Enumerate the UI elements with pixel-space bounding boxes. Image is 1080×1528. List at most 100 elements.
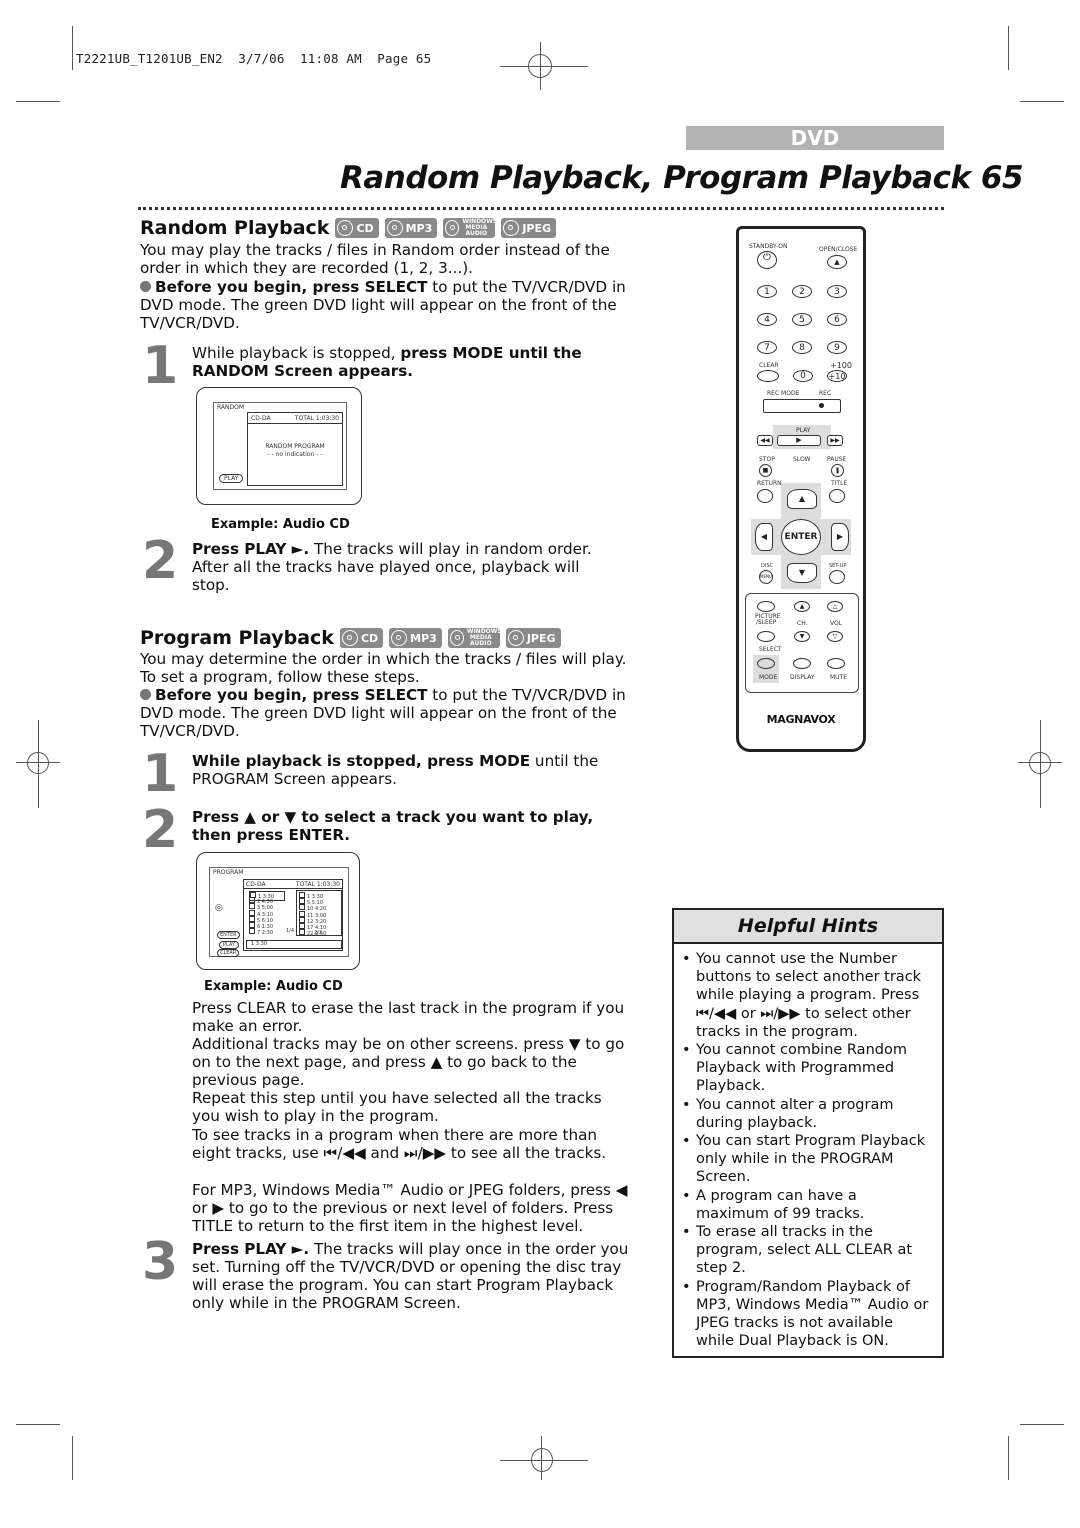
crop-mark: [1008, 26, 1009, 70]
panel-divider: [244, 888, 342, 889]
rewind-button: ◀◀: [757, 435, 773, 446]
slow-label: SLOW: [793, 456, 811, 463]
left-page-indicator: 1/4: [286, 928, 295, 934]
panel-divider: [248, 423, 342, 424]
play-label: PLAY: [796, 427, 811, 434]
wma-disc-icon: WINDOWS MEDIA AUDIO: [447, 628, 502, 648]
step-number: 2: [142, 800, 179, 860]
digit-4-button: 4: [757, 313, 777, 326]
select-label: SELECT: [759, 646, 782, 653]
track-row: 7 2:30: [249, 928, 273, 936]
random-step2-text: Press PLAY ►. The tracks will play in ra…: [192, 540, 592, 594]
random-step1-text: While playback is stopped, press MODE un…: [192, 344, 582, 380]
screen-panel: CD-DA TOTAL 1:03:30 RANDOM PROGRAM - - n…: [247, 412, 343, 486]
play-button: PLAY: [219, 474, 244, 483]
rec-mode-label: REC MODE: [767, 390, 800, 397]
hint-item: You can start Program Playback only whil…: [682, 1132, 932, 1187]
stop-button: ■: [759, 464, 772, 477]
return-label: RETURN: [757, 480, 782, 487]
crop-mark: [72, 26, 73, 70]
rec-button-bar: [763, 399, 841, 413]
program-before-note: Before you begin, press SELECT to put th…: [140, 686, 626, 740]
down-button: ▼: [787, 563, 817, 583]
standby-label: STANDBY-ON: [749, 243, 788, 250]
program-step3-text: Press PLAY ►. The tracks will play once …: [192, 1240, 629, 1312]
program-caption: Example: Audio CD: [204, 979, 343, 994]
step-number: 2: [142, 531, 179, 591]
mp3-disc-icon: MP3: [384, 218, 438, 238]
ch-down-button: ▼: [794, 631, 810, 642]
setup-button: [829, 570, 845, 584]
random-caption: Example: Audio CD: [211, 517, 350, 532]
clear-label: CLEAR: [759, 362, 779, 369]
hint-item: You cannot use the Number buttons to sel…: [682, 950, 932, 1041]
program-para-additional: Additional tracks may be on other screen…: [192, 1035, 625, 1089]
program-step2-text: Press ▲ or ▼ to select a track you want …: [192, 808, 594, 844]
picture-sleep-button: [757, 601, 775, 612]
digit-5-button: 5: [792, 313, 812, 326]
rec-label: REC: [819, 390, 832, 397]
program-para-repeat: Repeat this step until you have selected…: [192, 1089, 602, 1125]
helpful-hints-box: Helpful Hints You cannot use the Number …: [672, 908, 944, 1358]
mode-button: [757, 658, 775, 669]
program-para-mp3: For MP3, Windows Media™ Audio or JPEG fo…: [192, 1181, 628, 1235]
step-number: 3: [142, 1232, 179, 1292]
vol-down-button: ▽: [827, 631, 843, 642]
random-heading-text: Random Playback: [140, 217, 330, 239]
dpad-icon: ◎: [215, 903, 223, 913]
up-button: ▲: [787, 489, 817, 509]
cd-disc-icon: CD: [335, 218, 379, 238]
random-before-note: Before you begin, press SELECT to put th…: [140, 278, 626, 332]
crop-mark: [72, 1436, 73, 1480]
jpeg-disc-icon: JPEG: [505, 628, 561, 648]
display-label: DISPLAY: [790, 674, 815, 681]
power-button: ⏻: [757, 251, 777, 269]
play-button: PLAY: [219, 941, 240, 949]
screen-panel: CD-DA TOTAL 1:03:30 1 3:30 2 4:30 3 5:00 4 …: [243, 879, 343, 951]
program-step1-text: While playback is stopped, press MODE un…: [192, 752, 599, 788]
brand-logo: MAGNAVOX: [766, 713, 836, 726]
enter-button: ENTER: [781, 519, 821, 555]
section-badge: DVD: [686, 126, 944, 150]
plus10-button: +10: [827, 370, 847, 382]
disc-menu-button: MENU: [759, 570, 773, 584]
jpeg-disc-icon: JPEG: [501, 218, 557, 238]
title-button: [829, 489, 845, 503]
helpful-hints-title: Helpful Hints: [674, 910, 942, 944]
dotted-divider: [138, 207, 944, 210]
ch-label: CH.: [797, 620, 808, 627]
clear-button: [757, 370, 779, 382]
program-intro: You may determine the order in which the…: [140, 650, 627, 686]
program-para-more: To see tracks in a program when there ar…: [192, 1126, 607, 1162]
page-title: Random Playback, Program Playback 65: [340, 160, 1024, 196]
setup-label: SET-UP: [829, 563, 847, 569]
title-label: TITLE: [831, 480, 848, 487]
crop-mark: [1020, 1424, 1064, 1425]
wma-disc-icon: WINDOWS MEDIA AUDIO: [443, 218, 497, 238]
program-heading: Program Playback CD MP3 WINDOWS MEDIA AU…: [140, 627, 561, 649]
mute-label: MUTE: [830, 674, 848, 681]
open-close-label: OPEN/CLOSE: [819, 246, 858, 253]
track-row: 22 2:50: [299, 929, 326, 937]
crop-mark: [1008, 1436, 1009, 1480]
screen-line: RANDOM PROGRAM: [265, 443, 325, 450]
crop-mark: [16, 1424, 60, 1425]
bullet-icon: [140, 689, 151, 700]
crop-mark: [1020, 101, 1064, 102]
random-screen-illustration: RANDOM CD-DA TOTAL 1:03:30 RANDOM PROGRA…: [196, 387, 362, 505]
disc-type: CD-DA: [246, 881, 266, 888]
hint-item: A program can have a maximum of 99 track…: [682, 1187, 932, 1223]
hints-list: You cannot use the Number buttons to sel…: [674, 944, 942, 1350]
step-number: 1: [142, 336, 179, 396]
total-time: TOTAL 1:03:30: [295, 881, 340, 888]
random-heading: Random Playback CD MP3 WINDOWS MEDIA AUD…: [140, 217, 557, 239]
clear-button: CLEAR: [217, 949, 240, 957]
picture-sleep-label: PICTURE /SLEEP: [755, 613, 781, 626]
pause-button: ❚: [831, 464, 844, 477]
digit-9-button: 9: [827, 341, 847, 354]
mp3-disc-icon: MP3: [389, 628, 442, 648]
registration-mark: [531, 1448, 553, 1472]
mute-button: [827, 658, 845, 669]
digit-8-button: 8: [792, 341, 812, 354]
registration-mark: [27, 752, 49, 774]
